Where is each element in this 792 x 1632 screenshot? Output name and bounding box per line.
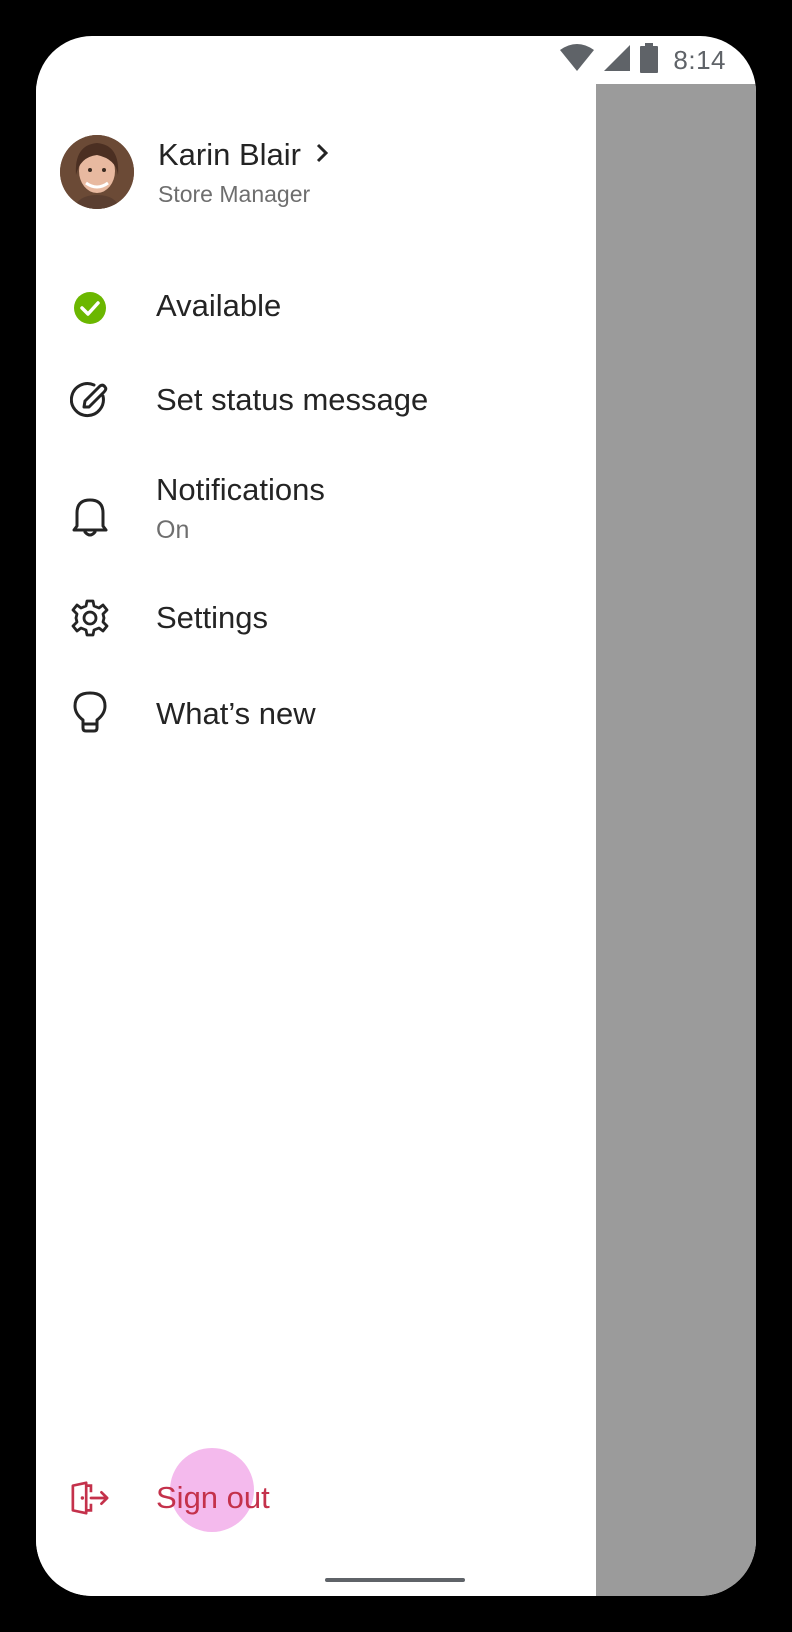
lightbulb-icon: [70, 691, 110, 733]
battery-icon: [639, 42, 659, 78]
wifi-icon: [559, 43, 595, 77]
screen: 8:14 Karin Blair Store Manager Available…: [36, 36, 756, 1596]
phone-frame: 8:14 Karin Blair Store Manager Available…: [0, 0, 792, 1632]
menu-item-set-status-message[interactable]: Set status message: [36, 360, 596, 440]
menu-label-whats-new: What’s new: [156, 696, 316, 731]
navigation-drawer: Karin Blair Store Manager Available Set …: [36, 84, 596, 1596]
menu-sub-notifications: On: [156, 516, 190, 544]
menu-item-settings[interactable]: Settings: [36, 578, 596, 658]
menu-label-set-status-message: Set status message: [156, 382, 429, 417]
profile-role: Store Manager: [158, 180, 311, 207]
sign-out-door-icon: [70, 1478, 110, 1518]
gear-icon: [70, 598, 110, 638]
bell-icon: [70, 496, 110, 537]
edit-pencil-icon: [70, 380, 110, 420]
menu-label-settings: Settings: [156, 600, 269, 635]
menu-item-whats-new[interactable]: What’s new: [36, 674, 596, 754]
menu-label-available: Available: [156, 288, 282, 323]
status-time: 8:14: [673, 44, 726, 75]
cellular-signal-icon: [603, 44, 631, 77]
chevron-right-icon: [315, 143, 329, 168]
profile-header[interactable]: Karin Blair Store Manager: [60, 134, 560, 210]
menu-item-notifications[interactable]: Notifications On: [36, 468, 596, 564]
user-avatar: [60, 135, 134, 209]
menu-item-sign-out[interactable]: Sign out: [36, 1458, 596, 1538]
profile-name: Karin Blair: [158, 136, 301, 172]
menu-item-available[interactable]: Available: [36, 266, 596, 346]
drawer-scrim[interactable]: [596, 84, 756, 1596]
menu-label-notifications: Notifications: [156, 472, 325, 507]
home-indicator[interactable]: [325, 1578, 465, 1582]
menu-label-sign-out: Sign out: [156, 1480, 270, 1515]
status-bar: 8:14: [36, 36, 756, 84]
available-check-icon: [70, 288, 110, 328]
